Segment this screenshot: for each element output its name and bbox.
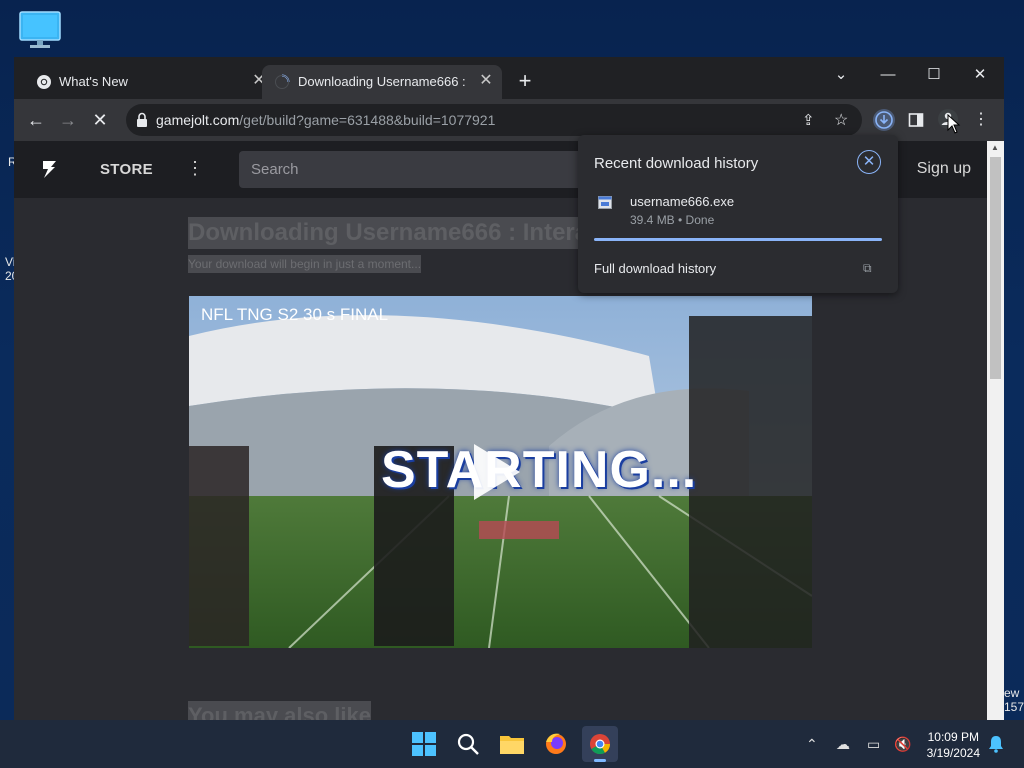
page-scrollbar[interactable]: ▲ [987, 141, 1004, 720]
full-download-history-link[interactable]: Full download history [594, 261, 716, 276]
volume-muted-icon[interactable]: 🔇 [894, 736, 911, 753]
address-bar[interactable]: gamejolt.com/get/build?game=631488&build… [126, 104, 862, 136]
video-overlay-text: STARTING... [381, 441, 698, 499]
desktop-text-fragment: ew [1004, 686, 1020, 700]
clock-time: 10:09 PM [927, 730, 979, 744]
tab-title: What's New [59, 74, 128, 89]
close-window-button[interactable]: ✕ [957, 61, 1003, 89]
tab-whats-new[interactable]: What's New ✕ [26, 65, 266, 99]
video-ad-player[interactable]: NFL TNG S2 30 s FINAL STARTING... [189, 296, 812, 648]
lock-icon [136, 112, 148, 133]
clock-date: 3/19/2024 [926, 746, 980, 760]
forward-button[interactable]: → [56, 108, 80, 132]
onedrive-icon[interactable]: ☁ [836, 736, 850, 753]
network-icon[interactable]: ▭ [867, 736, 880, 753]
side-panel-icon[interactable] [904, 108, 928, 132]
video-title: NFL TNG S2 30 s FINAL [201, 305, 389, 324]
search-placeholder: Search [251, 161, 299, 178]
scroll-up-icon[interactable]: ▲ [991, 143, 999, 152]
exe-file-icon [598, 196, 612, 209]
more-menu-icon[interactable]: ⋮ [186, 158, 204, 179]
page-title: Downloading Username666 : Interac [188, 217, 602, 249]
search-icon[interactable] [450, 726, 486, 762]
bookmark-star-icon[interactable]: ☆ [834, 110, 848, 130]
gamejolt-logo-icon[interactable] [40, 159, 58, 184]
this-pc-desktop-icon[interactable] [18, 10, 62, 50]
tab-title: Downloading Username666 : Int [298, 74, 470, 89]
taskbar: ⌃ ☁ ▭ 🔇 10:09 PM 3/19/2024 [0, 720, 1024, 768]
download-progress-bar [594, 238, 882, 241]
system-clock[interactable]: 10:09 PM 3/19/2024 [927, 729, 980, 761]
chrome-icon [36, 74, 52, 93]
menu-kebab-icon[interactable]: ⋮ [969, 108, 993, 132]
download-history-popup: Recent download history ✕ username666.ex… [578, 135, 898, 293]
popup-title: Recent download history [594, 155, 759, 172]
mouse-cursor-icon [947, 114, 961, 134]
file-explorer-icon[interactable] [494, 726, 530, 762]
new-tab-button[interactable]: + [514, 70, 536, 92]
open-external-icon[interactable]: ⧉ [863, 261, 872, 276]
site-search-input[interactable]: Search [239, 151, 619, 188]
store-link[interactable]: STORE [100, 161, 153, 178]
scrollbar-thumb[interactable] [990, 157, 1001, 379]
play-icon[interactable] [474, 444, 520, 500]
share-icon[interactable]: ⇪ [802, 111, 815, 129]
stop-loading-button[interactable]: ✕ [88, 108, 112, 132]
minimize-button[interactable]: — [865, 61, 911, 89]
desktop-text-fragment: 157 [1004, 700, 1024, 714]
start-icon[interactable] [406, 726, 442, 762]
tab-downloading[interactable]: Downloading Username666 : Int ✕ [262, 65, 502, 99]
download-icon[interactable] [872, 108, 896, 132]
show-hidden-icons-icon[interactable]: ⌃ [806, 736, 818, 753]
tab-search-icon[interactable]: ⌄ [818, 61, 864, 89]
browser-window: What's New ✕ Downloading Username666 : I… [14, 57, 1004, 720]
download-file-meta: 39.4 MB • Done [630, 213, 715, 227]
maximize-button[interactable]: ☐ [911, 61, 957, 89]
firefox-icon[interactable] [538, 726, 574, 762]
back-button[interactable]: ← [24, 108, 48, 132]
url-text: gamejolt.com/get/build?game=631488&build… [156, 112, 496, 128]
section-heading: You may also like [188, 701, 372, 720]
chrome-taskbar-icon[interactable] [582, 726, 618, 762]
close-icon[interactable]: ✕ [857, 150, 881, 174]
signup-link[interactable]: Sign up [917, 160, 971, 178]
notification-bell-icon[interactable] [988, 735, 1004, 758]
download-notice: Your download will begin in just a momen… [188, 255, 422, 273]
loading-spinner-icon [274, 74, 290, 93]
tab-strip: What's New ✕ Downloading Username666 : I… [14, 57, 1004, 99]
download-file-name[interactable]: username666.exe [630, 194, 734, 209]
close-icon[interactable]: ✕ [477, 72, 495, 90]
